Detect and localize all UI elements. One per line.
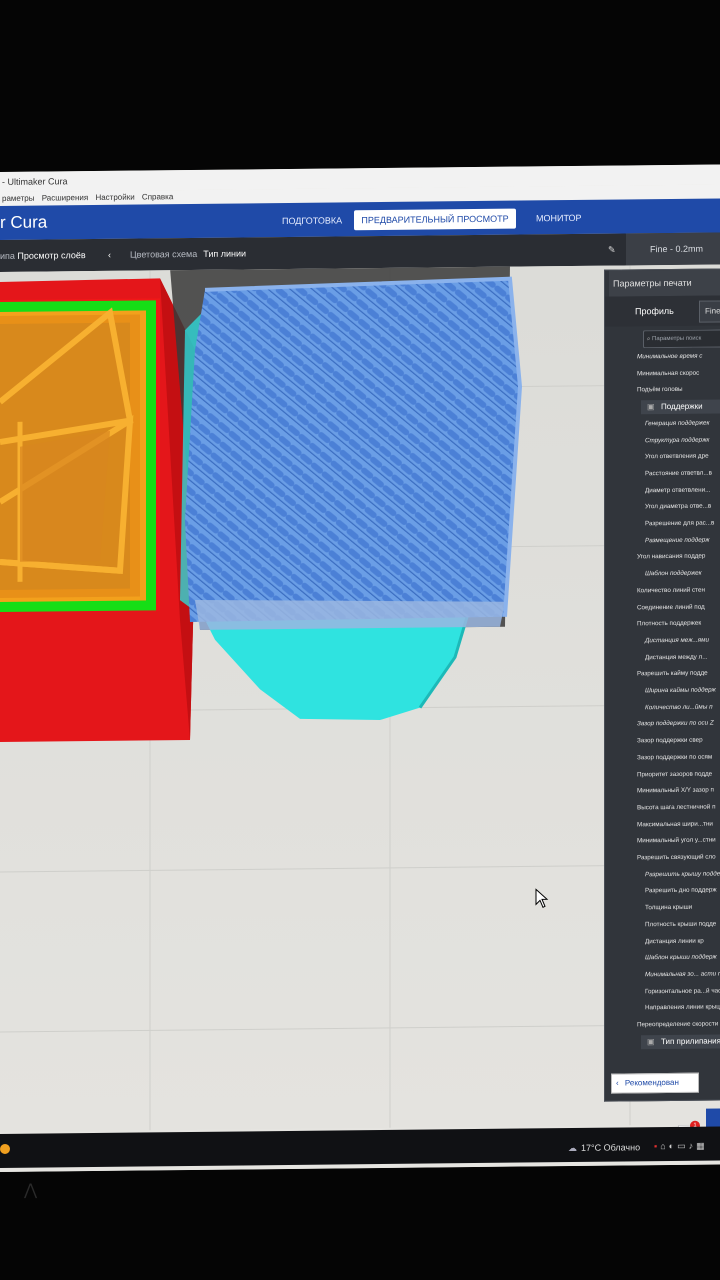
setting-item[interactable]: Угол диаметра отве...в: [645, 500, 711, 515]
color-scheme-selector[interactable]: Цветовая схема Тип линии: [130, 237, 246, 270]
search-icon: ⌕: [647, 336, 651, 343]
setting-item[interactable]: Зазор поддержки свер: [637, 734, 703, 749]
color-scheme-value: Тип линии: [203, 248, 247, 259]
view-mode-selector[interactable]: ипа Просмотр слоёв: [0, 239, 86, 272]
setting-item[interactable]: Минимальное время с: [637, 350, 702, 365]
setting-item[interactable]: Генерация поддержек: [645, 417, 710, 432]
view-mode-value: Просмотр слоёв: [17, 250, 86, 261]
setting-item[interactable]: Толщина крыши: [645, 901, 692, 915]
setting-item[interactable]: Переопределение скорости в: [637, 1017, 720, 1032]
tab-preview[interactable]: ПРЕДВАРИТЕЛЬНЫЙ ПРОСМОТР: [354, 208, 516, 231]
setting-item[interactable]: Угол ответвления дре: [645, 450, 709, 465]
setting-item[interactable]: Расстояние ответвл...в: [645, 467, 712, 482]
print-settings-summary[interactable]: Fine - 0.2mm: [626, 232, 720, 266]
chevron-left-icon: ‹: [616, 1078, 619, 1088]
setting-item[interactable]: Разрешить дно поддерж: [645, 883, 717, 898]
category-icon: ▣: [647, 1037, 655, 1047]
category-label: Тип прилипания к: [661, 1036, 720, 1047]
setting-item[interactable]: Структура поддержк: [645, 434, 709, 449]
setting-item[interactable]: Горизонтальное ра...й час: [645, 984, 720, 999]
setting-item[interactable]: Шаблон крыши поддерж: [645, 950, 717, 965]
setting-item[interactable]: Дистанция между л...: [645, 651, 707, 666]
setting-item[interactable]: Разрешить кайму подде: [637, 667, 708, 682]
setting-item[interactable]: Ширина каймы поддерж: [645, 684, 716, 699]
cloud-icon: ☁: [568, 1142, 577, 1154]
system-tray[interactable]: ▪⌂◐▭♪▦: [654, 1141, 708, 1153]
setting-item[interactable]: Шаблон поддержек: [645, 567, 702, 582]
green-skin-layer: [0, 300, 156, 612]
monitor-screen: - Ultimaker Cura раметры Расширения Наст…: [0, 164, 720, 1172]
setting-item[interactable]: Количество ли...ймы п: [645, 701, 713, 716]
chevron-left-icon[interactable]: ‹: [108, 239, 111, 271]
monitor-brand-logo-icon: ⋀: [24, 1182, 38, 1199]
profile-label: Профиль: [635, 305, 674, 317]
setting-item[interactable]: Дистанция линии кр: [645, 935, 704, 950]
menu-item-help[interactable]: Справка: [142, 192, 173, 201]
app-icon[interactable]: [0, 1143, 10, 1154]
settings-category[interactable]: ▣ Тип прилипания к: [641, 1034, 720, 1050]
profile-row: Профиль Fine: [605, 295, 720, 327]
settings-category[interactable]: ▣ Поддержки: [641, 399, 720, 415]
profile-dropdown[interactable]: Fine: [699, 300, 720, 323]
weather-widget[interactable]: ☁ 17°C Облачно: [568, 1142, 640, 1154]
print-settings-panel: Параметры печати Профиль Fine ⌕ Параметр…: [604, 268, 720, 1102]
setting-item[interactable]: Плотность поддержек: [637, 617, 701, 632]
app-logo: r Cura: [0, 212, 48, 232]
weather-condition: Облачно: [603, 1142, 641, 1153]
setting-item[interactable]: Дистанция меж...ями: [645, 634, 709, 649]
setting-item[interactable]: Разрешение для рас...в: [645, 517, 714, 532]
recommended-label: Рекомендован: [624, 1077, 679, 1088]
view-mode-prefix: ипа: [0, 250, 15, 261]
setting-item[interactable]: Минимальный угол у...стни: [637, 834, 716, 849]
color-scheme-label: Цветовая схема: [130, 248, 198, 260]
setting-item[interactable]: Минимальный X/Y зазор п: [637, 784, 714, 799]
profile-summary: Fine - 0.2mm: [650, 243, 704, 255]
settings-list[interactable]: Минимальное время с Минимальная скорос Под…: [605, 349, 720, 1050]
category-icon: ▣: [647, 402, 655, 412]
setting-item[interactable]: Зазор поддержки по оси Z: [637, 717, 714, 732]
category-label: Поддержки: [661, 401, 703, 412]
setting-item[interactable]: Приоритет зазоров подде: [637, 768, 712, 783]
tab-monitor[interactable]: МОНИТОР: [536, 208, 582, 228]
recommended-button[interactable]: ‹ Рекомендован: [611, 1072, 699, 1094]
setting-item[interactable]: Разрешить крышу подде: [645, 867, 720, 882]
mouse-cursor-icon: [535, 888, 549, 909]
search-placeholder: Параметры поиск: [652, 335, 702, 343]
menu-item-preferences[interactable]: Настройки: [95, 193, 134, 202]
setting-item[interactable]: Минимальная зо... асти по: [645, 967, 720, 982]
setting-item[interactable]: Соединение линий под: [637, 601, 705, 616]
setting-item[interactable]: Максимальная шири...тни: [637, 818, 713, 833]
panel-title: Параметры печати: [609, 269, 720, 297]
menu-item-settings[interactable]: раметры: [2, 194, 34, 203]
setting-item[interactable]: Размещение поддерж: [645, 534, 710, 549]
setting-item[interactable]: Подъём головы: [637, 383, 683, 397]
pencil-icon[interactable]: ✎: [608, 234, 616, 266]
setting-item[interactable]: Количество линий стен: [637, 584, 705, 599]
setting-item[interactable]: Зазор поддержки по осям: [637, 751, 712, 766]
tray-icons: ⌂◐▭♪▦: [660, 1140, 708, 1152]
setting-item[interactable]: Угол нависания поддер: [637, 550, 705, 565]
menu-item-extensions[interactable]: Расширения: [42, 193, 89, 202]
settings-search-input[interactable]: ⌕ Параметры поиск: [643, 329, 720, 349]
setting-item[interactable]: Минимальная скорос: [637, 367, 699, 382]
support-structure: [185, 276, 523, 630]
setting-item[interactable]: Направления линии крыц: [645, 1000, 720, 1015]
weather-temperature: 17°C: [581, 1142, 602, 1153]
setting-item[interactable]: Диаметр ответвлени...: [645, 484, 710, 499]
setting-item[interactable]: Высота шага лестничной п: [637, 801, 715, 816]
setting-item[interactable]: Разрешить связующий сло: [637, 851, 716, 866]
tab-prepare[interactable]: ПОДГОТОВКА: [282, 210, 342, 231]
window-title: - Ultimaker Cura: [2, 176, 68, 187]
setting-item[interactable]: Плотность крыши подде: [645, 917, 716, 932]
